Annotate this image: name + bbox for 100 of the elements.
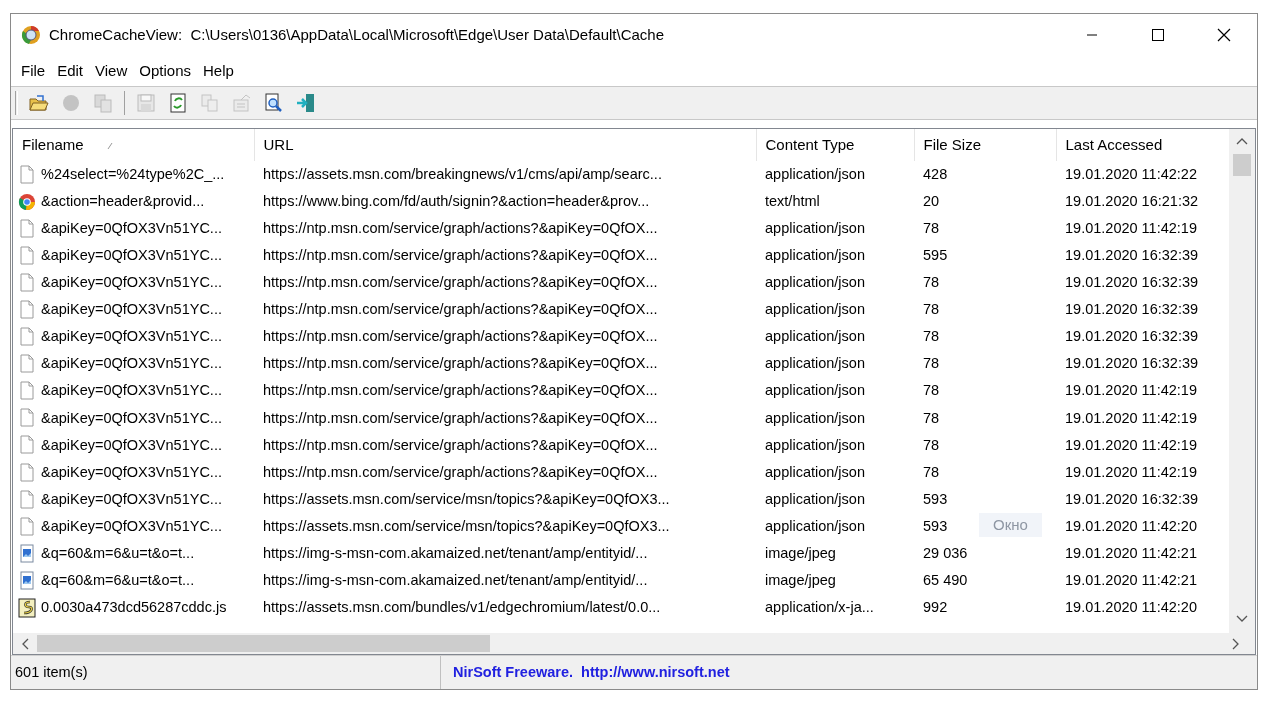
table-cell: https://ntp.msn.com/service/graph/actions?&apiKey=0QfOX... [263, 463, 658, 480]
table-cell-text: &apiKey=0QfOX3Vn51YC... [41, 489, 222, 509]
table-cell: application/json [765, 274, 865, 291]
table-cell: 19.01.2020 16:21:32 [1065, 192, 1199, 209]
table-cell: application/json [765, 246, 865, 263]
file-icon [18, 435, 36, 456]
column-header[interactable]: File Size [914, 129, 1056, 161]
table-cell: 595 [923, 246, 948, 263]
table-cell: application/json [765, 301, 865, 318]
minimize-icon [1087, 34, 1097, 36]
table-cell: https://assets.msn.com/service/msn/topics?&apiKey=0QfOX3... [263, 517, 670, 534]
image-file-icon [18, 543, 36, 564]
table-cell: 78 [923, 382, 940, 399]
file-icon [18, 381, 36, 402]
table-cell: 19.01.2020 11:42:19 [1065, 463, 1197, 480]
scrollbar-thumb[interactable] [1233, 154, 1251, 176]
scrollbar-thumb[interactable] [37, 635, 490, 652]
table-cell-text: &apiKey=0QfOX3Vn51YC... [41, 408, 222, 428]
table-cell: https://ntp.msn.com/service/graph/actions?&apiKey=0QfOX... [263, 382, 658, 399]
menu-item[interactable]: Options [133, 57, 197, 85]
table-cell-text: &apiKey=0QfOX3Vn51YC... [41, 381, 222, 401]
table-cell: application/json [765, 355, 865, 372]
file-icon [18, 218, 36, 239]
table-cell: 593 [923, 490, 948, 507]
table-cell: image/jpeg [765, 572, 836, 589]
file-icon [18, 408, 36, 429]
table-cell: https://img-s-msn-com.akamaized.net/tenant/amp/entityid/... [263, 545, 648, 561]
column-header[interactable]: URL [254, 129, 756, 161]
table-cell-text: &apiKey=0QfOX3Vn51YC... [41, 245, 222, 265]
table-cell: application/json [765, 490, 865, 507]
table-cell: text/html [765, 192, 820, 209]
table-cell: 78 [923, 463, 940, 480]
table-cell: https://ntp.msn.com/service/graph/actions?&apiKey=0QfOX... [263, 436, 658, 453]
table-cell-text: &apiKey=0QfOX3Vn51YC... [41, 218, 222, 238]
table-cell: 19.01.2020 16:32:39 [1065, 355, 1199, 372]
table-cell: 19.01.2020 11:42:21 [1065, 545, 1197, 561]
table-cell-text: &apiKey=0QfOX3Vn51YC... [41, 327, 222, 347]
website-link[interactable]: http://www.nirsoft.net [581, 661, 730, 684]
close-icon [1216, 27, 1232, 43]
maximize-icon [1150, 27, 1166, 43]
file-icon [18, 516, 36, 537]
table-cell: https://ntp.msn.com/service/graph/actions?&apiKey=0QfOX... [263, 409, 658, 426]
file-icon [18, 327, 36, 348]
horizontal-scrollbar[interactable] [13, 633, 1255, 654]
table-cell: 19.01.2020 16:32:39 [1065, 301, 1199, 318]
table-cell: 78 [923, 301, 940, 318]
table-cell: 19.01.2020 11:42:19 [1065, 382, 1197, 399]
table-cell: https://www.bing.com/fd/auth/signin?&action=header&prov... [263, 192, 650, 209]
script-file-icon [18, 598, 36, 619]
table-cell: 19.01.2020 11:42:20 [1065, 517, 1197, 534]
file-icon [18, 272, 36, 293]
exit-door-icon [295, 92, 317, 114]
documents-icon [92, 92, 114, 114]
table-cell: 428 [923, 165, 948, 182]
table-cell: 78 [923, 355, 940, 372]
vertical-scrollbar[interactable] [1229, 129, 1255, 633]
column-header[interactable]: Filename [13, 129, 254, 161]
table-cell: https://assets.msn.com/breakingnews/v1/cms/api/amp/searc... [263, 165, 662, 182]
table-cell: application/json [765, 382, 865, 399]
folder-icon [28, 92, 50, 114]
file-icon [18, 462, 36, 483]
table-cell: https://ntp.msn.com/service/graph/actions?&apiKey=0QfOX... [263, 355, 658, 372]
table-cell: application/json [765, 328, 865, 345]
item-count: 601 item(s) [15, 662, 88, 682]
table-cell: 19.01.2020 16:32:39 [1065, 328, 1199, 345]
menu-item[interactable]: View [89, 57, 134, 85]
table-cell: application/json [765, 517, 865, 534]
table-cell-text: %24select=%24type%2C_... [41, 164, 225, 184]
window-title: ChromeCacheView: C:\Users\0136\AppData\Local\Microsoft\Edge\User Data\Default\Cache [49, 24, 664, 45]
credit-text: NirSoft Freeware. [453, 662, 574, 682]
table-cell: https://assets.msn.com/service/msn/topics?&apiKey=0QfOX3... [263, 490, 670, 507]
table-cell: 19.01.2020 11:42:22 [1065, 165, 1197, 182]
table-cell: 78 [923, 409, 940, 426]
table-cell: application/json [765, 463, 865, 480]
column-header[interactable]: Content Type [756, 129, 914, 161]
circle-icon [60, 92, 82, 114]
table-cell: 78 [923, 328, 940, 345]
table-cell: 29 036 [923, 545, 968, 561]
table-cell: application/json [765, 219, 865, 236]
image-file-icon [18, 570, 36, 591]
menu-item[interactable]: Edit [51, 57, 90, 85]
file-icon [18, 489, 36, 510]
table-cell: 78 [923, 274, 940, 291]
table-cell-text: &apiKey=0QfOX3Vn51YC... [41, 435, 222, 455]
table-cell: 78 [923, 436, 940, 453]
table-cell: 992 [923, 599, 948, 616]
menu-item[interactable]: Help [197, 57, 240, 85]
table-cell: 19.01.2020 11:42:20 [1065, 599, 1197, 616]
table-cell: 19.01.2020 11:42:21 [1065, 572, 1197, 589]
file-icon [18, 245, 36, 266]
menu-item[interactable]: File [15, 57, 52, 85]
table-cell-text: 0.0030a473dcd56287cddc.js [41, 598, 227, 618]
file-icon [18, 354, 36, 375]
table-cell: 78 [923, 219, 940, 236]
table-cell: https://ntp.msn.com/service/graph/actions?&apiKey=0QfOX... [263, 301, 658, 318]
file-icon [18, 300, 36, 320]
table-cell-text: &action=header&provid... [41, 191, 205, 211]
table-cell-text: &apiKey=0QfOX3Vn51YC... [41, 300, 222, 320]
table-cell: 19.01.2020 11:42:19 [1065, 409, 1197, 426]
table-cell-text: &apiKey=0QfOX3Vn51YC... [41, 273, 222, 293]
